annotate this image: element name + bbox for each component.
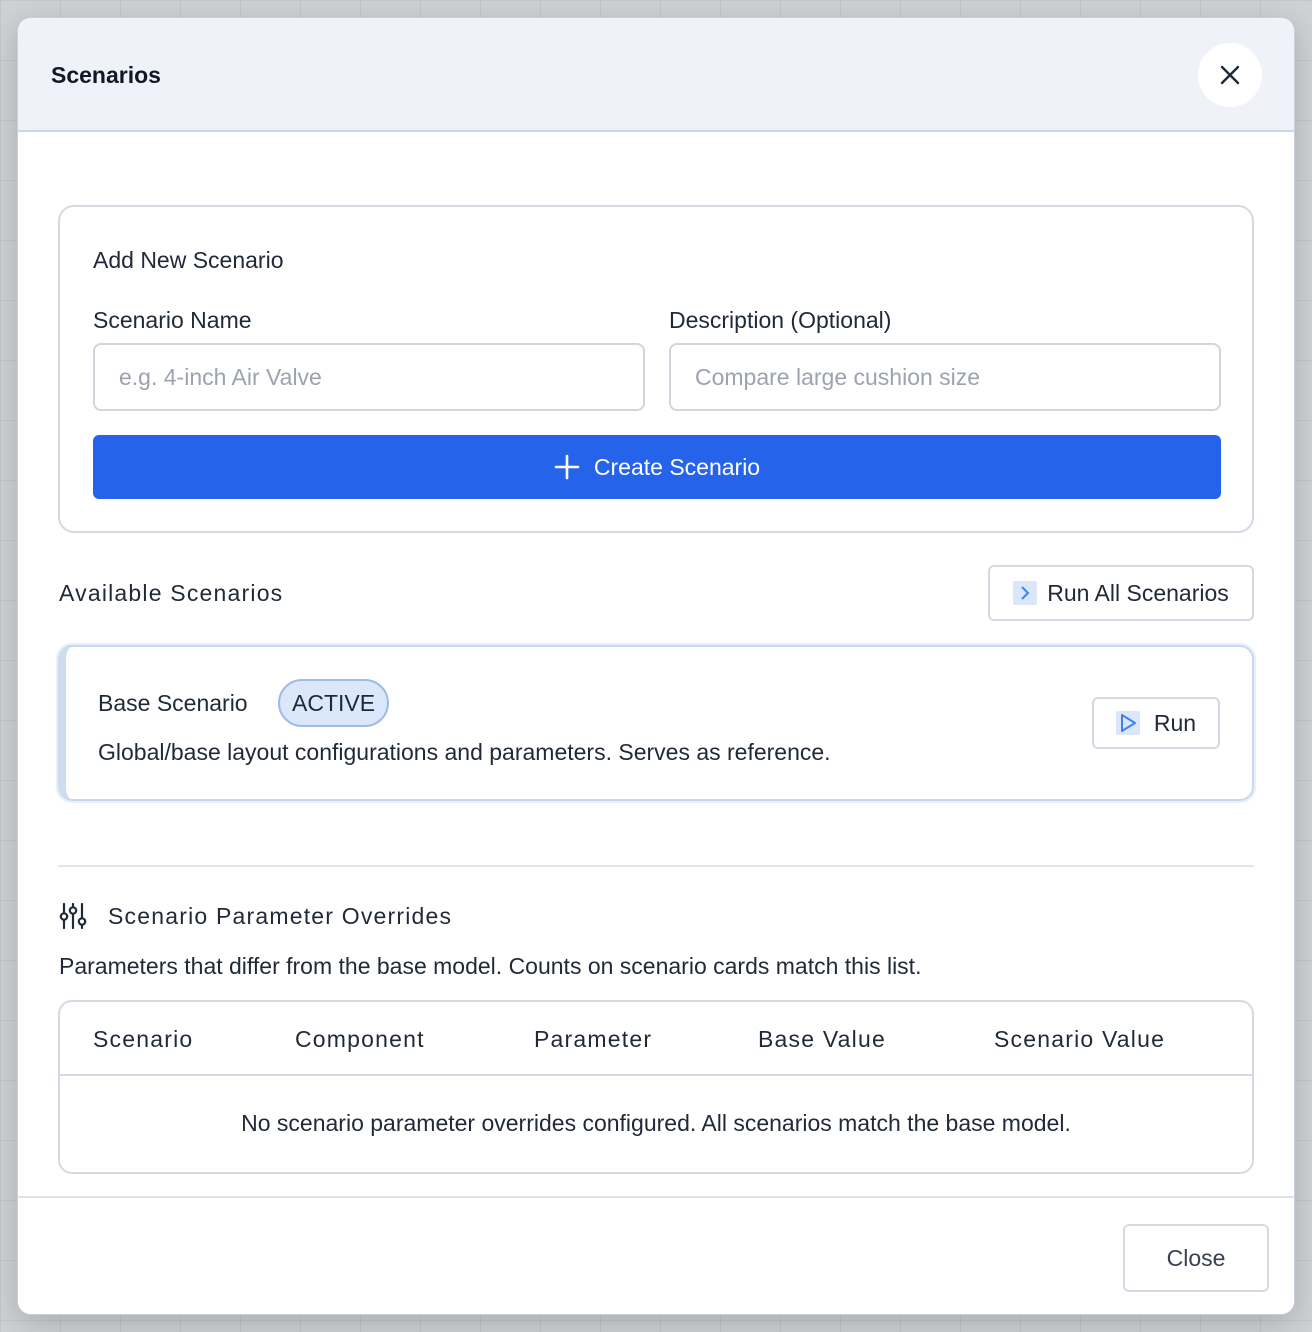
- add-scenario-title: Add New Scenario: [93, 247, 284, 273]
- overrides-description: Parameters that differ from the base mod…: [59, 953, 922, 979]
- column-header-component: Component: [295, 1026, 425, 1052]
- description-label: Description (Optional): [669, 307, 892, 333]
- column-header-scenario-value: Scenario Value: [994, 1026, 1166, 1052]
- modal-header: Scenarios: [18, 18, 1294, 132]
- run-all-label: Run All Scenarios: [1047, 579, 1229, 606]
- column-header-base-value: Base Value: [758, 1026, 886, 1052]
- modal-title: Scenarios: [51, 62, 161, 88]
- available-scenarios-title: Available Scenarios: [59, 580, 284, 606]
- run-label: Run: [1153, 709, 1197, 736]
- scenario-name-label: Scenario Name: [93, 307, 252, 333]
- create-scenario-label: Create Scenario: [593, 453, 761, 480]
- close-button[interactable]: Close: [1123, 1224, 1269, 1292]
- section-divider: [58, 865, 1254, 867]
- modal-close-button[interactable]: [1198, 43, 1262, 107]
- modal-footer: Close: [18, 1196, 1294, 1314]
- sliders-icon: [59, 902, 87, 930]
- scenario-description: Global/base layout configurations and pa…: [98, 739, 831, 765]
- chevron-right-icon: [1013, 581, 1038, 605]
- overrides-title: Scenario Parameter Overrides: [108, 902, 453, 929]
- available-scenarios-header: Available Scenarios Run All Scenarios: [58, 565, 1254, 621]
- column-header-scenario: Scenario: [93, 1026, 194, 1052]
- run-all-scenarios-button[interactable]: Run All Scenarios: [988, 565, 1254, 621]
- scenario-name-input[interactable]: [93, 343, 645, 411]
- scenarios-modal: Scenarios Add New Scenario Scenario Name…: [17, 17, 1295, 1315]
- column-header-parameter: Parameter: [534, 1026, 653, 1052]
- scenario-name: Base Scenario: [98, 690, 248, 716]
- scenario-card[interactable]: Base Scenario ACTIVE Global/base layout …: [58, 645, 1254, 801]
- description-input[interactable]: [669, 343, 1221, 411]
- close-icon: [1220, 65, 1240, 85]
- status-badge: ACTIVE: [278, 679, 390, 727]
- run-scenario-button[interactable]: Run: [1092, 697, 1220, 749]
- plus-icon: [554, 454, 580, 480]
- create-scenario-button[interactable]: Create Scenario: [93, 435, 1221, 499]
- overrides-header: Scenario Parameter Overrides: [58, 901, 452, 931]
- add-scenario-card: Add New Scenario Scenario Name Descripti…: [58, 205, 1254, 533]
- overrides-table: Scenario Component Parameter Base Value …: [58, 1000, 1254, 1174]
- table-empty-message: No scenario parameter overrides configur…: [241, 1110, 1071, 1136]
- modal-body: Add New Scenario Scenario Name Descripti…: [58, 205, 1255, 1174]
- play-icon: [1115, 711, 1140, 735]
- table-header: Scenario Component Parameter Base Value …: [60, 1002, 1252, 1076]
